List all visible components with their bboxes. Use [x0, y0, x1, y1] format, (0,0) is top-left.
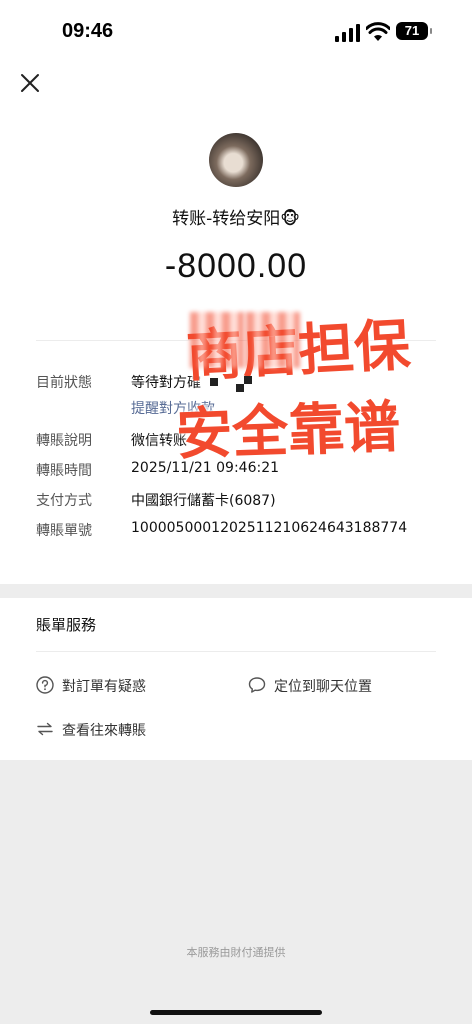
- service-label: 查看往來轉賬: [62, 723, 146, 739]
- mosaic-blur: [190, 312, 244, 368]
- detail-row-payment-method: 支付方式 中國銀行儲蓄卡(6087): [36, 490, 456, 512]
- mosaic-pixel: [236, 384, 244, 392]
- status-bar: 09:46 71: [0, 0, 472, 60]
- detail-label: 目前狀態: [36, 375, 92, 391]
- detail-label: 轉賬單號: [36, 523, 92, 539]
- home-indicator[interactable]: [150, 1010, 322, 1015]
- mosaic-blur: [246, 312, 300, 368]
- overlay-stamp-line2: 安全靠谱: [175, 395, 402, 468]
- wifi-icon: [366, 22, 390, 41]
- mosaic-pixel: [210, 378, 218, 386]
- status-time: 09:46: [62, 20, 114, 42]
- service-label: 對訂單有疑惑: [62, 679, 146, 695]
- close-icon[interactable]: [18, 71, 42, 95]
- transfer-amount: -8000.00: [164, 247, 308, 285]
- mosaic-pixel: [244, 376, 252, 384]
- divider: [36, 651, 436, 652]
- recipient-avatar: [209, 133, 263, 187]
- cellular-signal-icon: [335, 24, 360, 42]
- detail-row-transaction-id: 轉賬單號 1000050001202511210624643188774: [36, 520, 456, 542]
- chat-bubble-icon: [248, 677, 266, 693]
- service-label: 定位到聊天位置: [274, 679, 372, 695]
- battery-icon: 71: [396, 22, 432, 40]
- question-circle-icon: [36, 676, 54, 694]
- transfer-detail-section: 09:46 71 转账-转给安阳🐵 -8000.00 目前狀態 等待對方確 提醒…: [0, 0, 472, 584]
- transfer-arrows-icon: [37, 722, 53, 736]
- transfer-title: 转账-转给安阳🐵: [172, 209, 300, 229]
- detail-value: 中國銀行儲蓄卡(6087): [131, 493, 276, 509]
- detail-value: 1000050001202511210624643188774: [131, 520, 408, 536]
- detail-label: 支付方式: [36, 493, 92, 509]
- footer-provider-text: 本服務由財付通提供: [186, 946, 286, 959]
- detail-label: 轉賬說明: [36, 433, 92, 449]
- detail-label: 轉賬時間: [36, 463, 92, 479]
- services-title: 賬單服務: [36, 616, 97, 634]
- bill-services-section: 賬單服務 對訂單有疑惑 定位到聊天位置 查看往來轉賬: [0, 598, 472, 760]
